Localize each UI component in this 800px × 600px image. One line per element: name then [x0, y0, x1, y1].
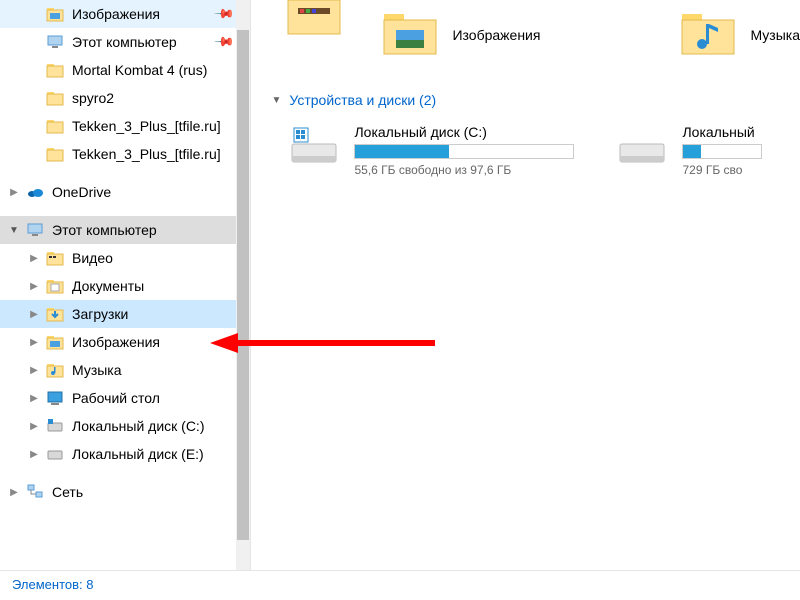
content-area[interactable]: Изображения Музыка ▼ Устройства и диски … [251, 0, 800, 570]
video-icon [44, 247, 66, 269]
quick-item-folder[interactable]: Tekken_3_Plus_[tfile.ru] [0, 112, 250, 140]
pictures-icon [44, 331, 66, 353]
tree-item-label: Локальный диск (C:) [72, 418, 205, 434]
tree-item-label: Документы [72, 278, 144, 294]
downloads-icon [44, 303, 66, 325]
thispc-documents[interactable]: ▶ Документы [0, 272, 250, 300]
tree-item-label: OneDrive [52, 184, 111, 200]
quick-item-folder[interactable]: Tekken_3_Plus_[tfile.ru] [0, 140, 250, 168]
documents-icon [44, 275, 66, 297]
chevron-right-icon[interactable]: ▶ [24, 449, 44, 460]
thispc-desktop[interactable]: ▶ Рабочий стол [0, 384, 250, 412]
item-count: Элементов: 8 [12, 577, 93, 592]
chevron-right-icon[interactable]: ▶ [4, 187, 24, 198]
onedrive-icon [24, 181, 46, 203]
drive-icon [614, 124, 670, 175]
folder-icon [44, 115, 66, 137]
chevron-right-icon[interactable]: ▶ [24, 337, 44, 348]
drive-tile-e[interactable]: Локальный 729 ГБ сво [614, 124, 762, 177]
music-folder-icon [680, 10, 736, 61]
network-icon [24, 481, 46, 503]
folder-tile-music[interactable]: Музыка [680, 0, 800, 70]
drive-name: Локальный [682, 124, 762, 140]
drive-c-icon [286, 124, 342, 175]
thispc-item[interactable]: ▼ Этот компьютер [0, 216, 250, 244]
thispc-drive-e[interactable]: ▶ Локальный диск (E:) [0, 440, 250, 468]
section-header-drives[interactable]: ▼ Устройства и диски (2) [251, 82, 800, 116]
folder-tile[interactable] [286, 0, 342, 50]
chevron-right-icon[interactable]: ▶ [24, 365, 44, 376]
chevron-right-icon[interactable]: ▶ [24, 253, 44, 264]
drive-usage-bar [682, 144, 762, 159]
section-title: Устройства и диски (2) [289, 92, 436, 108]
chevron-right-icon[interactable]: ▶ [24, 281, 44, 292]
drive-c-icon [44, 415, 66, 437]
folder-icon [44, 59, 66, 81]
pictures-folder-icon [382, 10, 438, 61]
desktop-icon [44, 387, 66, 409]
onedrive-item[interactable]: ▶ OneDrive [0, 178, 250, 206]
thispc-music[interactable]: ▶ Музыка [0, 356, 250, 384]
tree-item-label: Изображения [72, 334, 160, 350]
quick-item-pictures[interactable]: Изображения 📌 [0, 0, 250, 28]
chevron-right-icon[interactable]: ▶ [4, 487, 24, 498]
tree-item-label: Музыка [72, 362, 122, 378]
quick-item-thispc[interactable]: Этот компьютер 📌 [0, 28, 250, 56]
thispc-pictures[interactable]: ▶ Изображения [0, 328, 250, 356]
thispc-video[interactable]: ▶ Видео [0, 244, 250, 272]
quick-item-folder[interactable]: Mortal Kombat 4 (rus) [0, 56, 250, 84]
quick-item-folder[interactable]: spyro2 [0, 84, 250, 112]
tree-item-label: spyro2 [72, 90, 114, 106]
tree-item-label: Этот компьютер [72, 34, 177, 50]
chevron-right-icon[interactable]: ▶ [24, 393, 44, 404]
tree-item-label: Mortal Kombat 4 (rus) [72, 62, 207, 78]
tree-item-label: Загрузки [72, 306, 128, 322]
pc-icon [24, 219, 46, 241]
scrollbar-thumb[interactable] [237, 30, 249, 540]
folder-icon [44, 87, 66, 109]
drive-name: Локальный диск (C:) [354, 124, 574, 140]
folder-icon [44, 143, 66, 165]
folder-tile-pictures[interactable]: Изображения [382, 0, 540, 70]
music-icon [44, 359, 66, 381]
tree-item-label: Этот компьютер [52, 222, 157, 238]
tree-item-label: Tekken_3_Plus_[tfile.ru] [72, 118, 221, 134]
folder-label: Изображения [452, 27, 540, 43]
navigation-tree[interactable]: Изображения 📌 Этот компьютер 📌 Mortal Ko… [0, 0, 251, 570]
tree-item-label: Рабочий стол [72, 390, 160, 406]
drive-usage-bar [354, 144, 574, 159]
chevron-right-icon[interactable]: ▶ [24, 309, 44, 320]
pc-icon [44, 31, 66, 53]
network-item[interactable]: ▶ Сеть [0, 478, 250, 506]
tree-item-label: Локальный диск (E:) [72, 446, 204, 462]
drive-icon [44, 443, 66, 465]
thispc-drive-c[interactable]: ▶ Локальный диск (C:) [0, 412, 250, 440]
drive-tile-c[interactable]: Локальный диск (C:) 55,6 ГБ свободно из … [286, 124, 574, 177]
chevron-right-icon[interactable]: ▶ [24, 421, 44, 432]
chevron-down-icon[interactable]: ▼ [271, 95, 281, 106]
video-folder-icon [286, 0, 342, 41]
folder-label: Музыка [750, 27, 800, 43]
scrollbar[interactable] [236, 0, 250, 570]
chevron-down-icon[interactable]: ▼ [4, 225, 24, 236]
pictures-icon [44, 3, 66, 25]
tree-item-label: Изображения [72, 6, 160, 22]
tree-item-label: Tekken_3_Plus_[tfile.ru] [72, 146, 221, 162]
pin-icon: 📌 [213, 3, 236, 26]
tree-item-label: Видео [72, 250, 113, 266]
tree-item-label: Сеть [52, 484, 83, 500]
pin-icon: 📌 [213, 31, 236, 54]
status-bar: Элементов: 8 [0, 570, 800, 598]
drive-free-text: 729 ГБ сво [682, 163, 762, 177]
thispc-downloads[interactable]: ▶ Загрузки [0, 300, 250, 328]
drive-free-text: 55,6 ГБ свободно из 97,6 ГБ [354, 163, 574, 177]
